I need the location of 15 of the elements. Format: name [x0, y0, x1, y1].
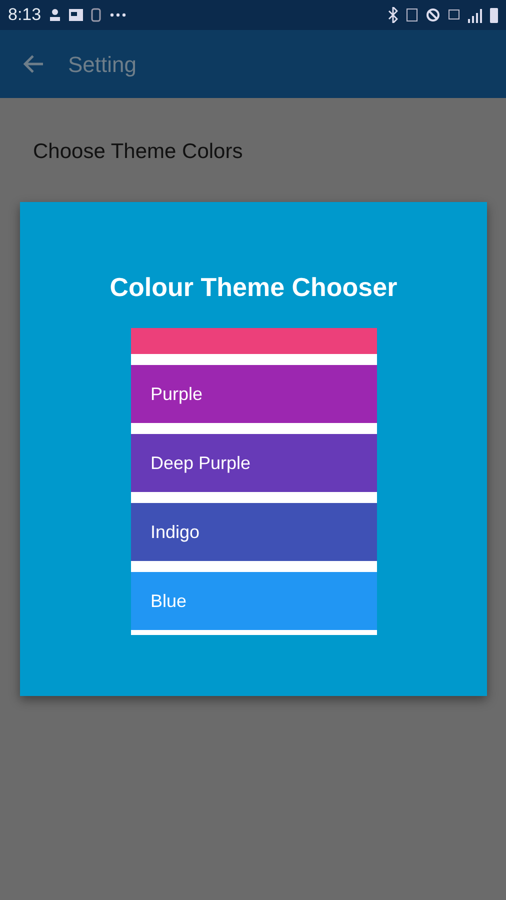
image-icon: [69, 7, 84, 23]
status-time: 8:13: [8, 4, 42, 26]
phone-icon: [91, 7, 102, 23]
back-icon[interactable]: [22, 54, 44, 74]
app-bar-title: Setting: [68, 50, 136, 79]
dialog-title: Colour Theme Chooser: [108, 271, 398, 304]
theme-option[interactable]: Indigo: [130, 503, 376, 561]
person-icon: [49, 7, 62, 23]
theme-option[interactable]: Purple: [130, 365, 376, 423]
section-heading: Choose Theme Colors: [32, 139, 244, 165]
bluetooth-icon: [388, 7, 398, 23]
signal-icon: [468, 7, 482, 23]
blocked-icon: [426, 7, 440, 23]
theme-option[interactable]: Deep Purple: [130, 434, 376, 492]
battery-icon: [490, 7, 498, 23]
